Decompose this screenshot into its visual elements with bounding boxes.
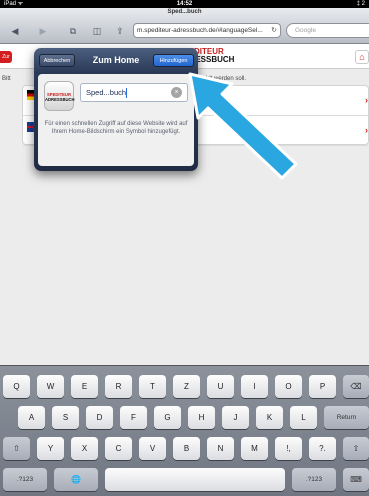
- key-d[interactable]: D: [86, 406, 113, 429]
- globe-icon[interactable]: 🌐: [54, 468, 98, 491]
- address-bar[interactable]: m.spediteur-adressbuch.de/#languageSel..…: [133, 23, 281, 38]
- key-r[interactable]: R: [105, 375, 132, 398]
- popover-hint: Für einen schnellen Zugriff auf diese We…: [44, 121, 188, 135]
- key-p[interactable]: P: [309, 375, 336, 398]
- annotation-arrow-icon: [188, 72, 298, 180]
- key-f[interactable]: F: [120, 406, 147, 429]
- search-field[interactable]: Google: [286, 23, 369, 38]
- add-to-home-popover: Abbrechen Zum Home Hinzufügen SPEDITEUR …: [34, 48, 198, 171]
- back-icon[interactable]: ◀: [8, 24, 22, 38]
- share-icon[interactable]: ⇪: [113, 24, 127, 38]
- key-y[interactable]: Y: [37, 437, 64, 460]
- key-a[interactable]: A: [18, 406, 45, 429]
- key-q[interactable]: Q: [3, 375, 30, 398]
- key-space[interactable]: [105, 468, 285, 491]
- key-k[interactable]: K: [256, 406, 283, 429]
- reload-icon[interactable]: ↻: [271, 24, 277, 37]
- web-clip-icon: SPEDITEUR ADRESSBUCH: [44, 81, 75, 111]
- add-button[interactable]: Hinzufügen: [153, 54, 194, 67]
- page-title: Sped...buch: [167, 9, 202, 15]
- key-j[interactable]: J: [222, 406, 249, 429]
- key-c[interactable]: C: [105, 437, 132, 460]
- key-l[interactable]: L: [290, 406, 317, 429]
- status-bar: iPad ᯤ 14:52 ‡ 2: [0, 0, 369, 8]
- text-caret: [126, 88, 128, 99]
- key-t[interactable]: T: [139, 375, 166, 398]
- key-x[interactable]: X: [71, 437, 98, 460]
- site-home-icon[interactable]: ⌂: [355, 50, 369, 64]
- key-z[interactable]: Z: [173, 375, 200, 398]
- key-shift-left[interactable]: ⇧: [3, 437, 30, 460]
- key-m[interactable]: M: [241, 437, 268, 460]
- key-i[interactable]: I: [241, 375, 268, 398]
- key-return[interactable]: Return: [324, 406, 369, 429]
- tabs-icon[interactable]: ⧉: [66, 24, 80, 38]
- site-back-button[interactable]: Zur: [0, 51, 12, 63]
- key-s[interactable]: S: [52, 406, 79, 429]
- key-v[interactable]: V: [139, 437, 166, 460]
- key-n[interactable]: N: [207, 437, 234, 460]
- key-question-period[interactable]: ?.: [309, 437, 336, 460]
- chevron-right-icon: ›: [365, 125, 368, 135]
- key-backspace[interactable]: ⌫: [343, 375, 369, 398]
- key-exclamation-comma[interactable]: !,: [275, 437, 302, 460]
- popover-content: SPEDITEUR ADRESSBUCH Sped...buch × Für e…: [38, 74, 194, 166]
- forward-icon[interactable]: ▶: [36, 24, 50, 38]
- clear-icon[interactable]: ×: [171, 87, 182, 98]
- key-e[interactable]: E: [71, 375, 98, 398]
- home-name-input[interactable]: Sped...buch ×: [80, 83, 188, 102]
- key-shift-right[interactable]: ⇧: [343, 437, 369, 460]
- key-numbers-right[interactable]: .?123: [292, 468, 336, 491]
- key-g[interactable]: G: [154, 406, 181, 429]
- clock: 14:52: [176, 1, 193, 7]
- key-w[interactable]: W: [37, 375, 64, 398]
- browser-toolbar: Sped...buch ◀ ▶ ⧉ ◫ ⇪ m.spediteur-adress…: [0, 8, 369, 44]
- battery-indicator: ‡ 2: [356, 1, 365, 7]
- key-h[interactable]: H: [188, 406, 215, 429]
- key-numbers-left[interactable]: .?123: [3, 468, 47, 491]
- chevron-right-icon: ›: [365, 95, 368, 105]
- key-o[interactable]: O: [275, 375, 302, 398]
- keyboard-hide-icon[interactable]: ⌨: [343, 468, 369, 491]
- key-b[interactable]: B: [173, 437, 200, 460]
- bookmarks-icon[interactable]: ◫: [90, 24, 104, 38]
- on-screen-keyboard: Q W E R T Z U I O P ⌫ A S D F G H J K L …: [0, 365, 369, 496]
- address-text: m.spediteur-adressbuch.de/#languageSel..…: [137, 27, 263, 34]
- home-name-value: Sped...buch: [86, 88, 127, 97]
- language-intro-text-start: Bitt: [2, 76, 11, 82]
- key-u[interactable]: U: [207, 375, 234, 398]
